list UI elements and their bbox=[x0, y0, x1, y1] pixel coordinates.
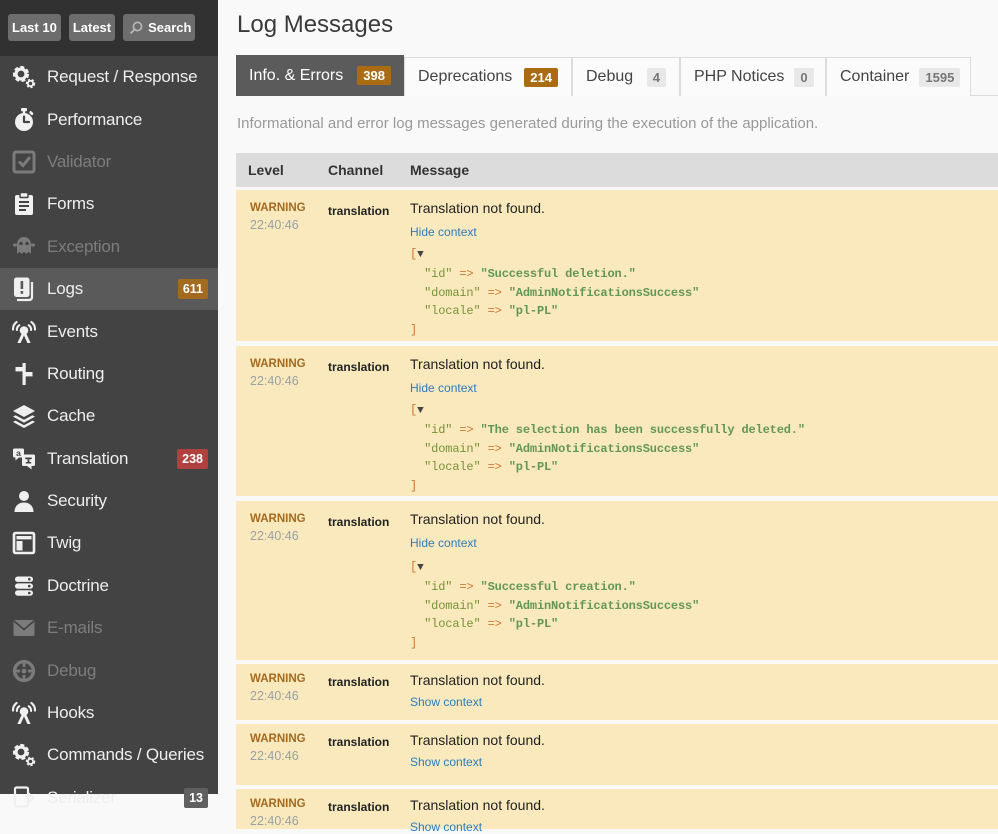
svg-text:a: a bbox=[16, 448, 21, 458]
